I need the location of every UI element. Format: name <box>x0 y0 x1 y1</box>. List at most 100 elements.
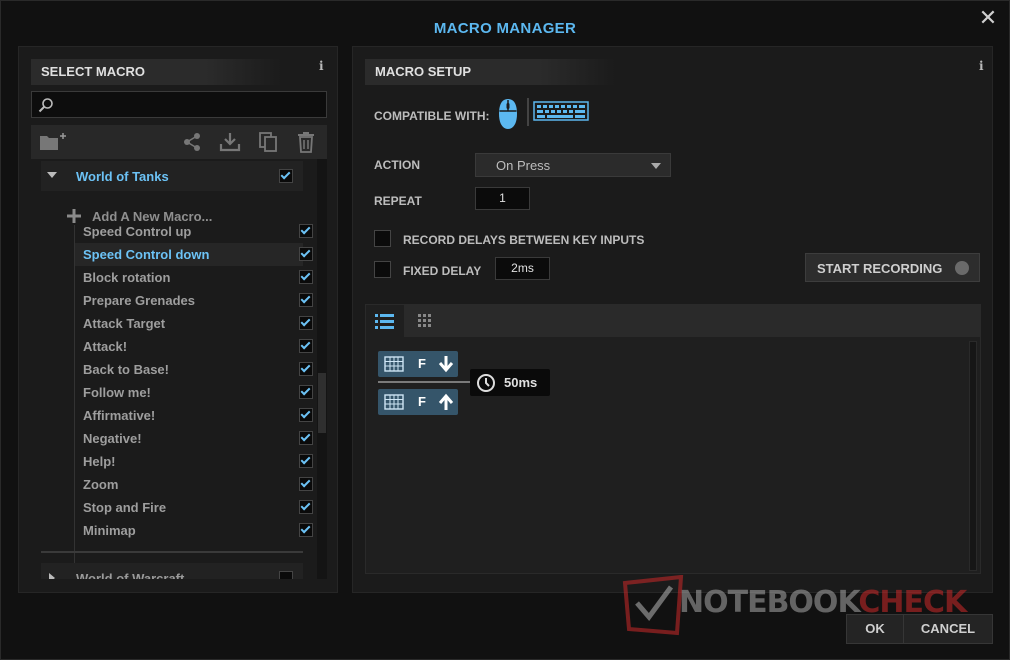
macro-item-checkbox[interactable] <box>299 500 313 514</box>
macro-item[interactable]: Zoom <box>75 473 313 496</box>
macro-item[interactable]: Help! <box>75 450 313 473</box>
macro-item-checkbox[interactable] <box>299 224 313 238</box>
record-delays-label: RECORD DELAYS BETWEEN KEY INPUTS <box>403 233 645 247</box>
info-icon[interactable]: i <box>319 59 324 73</box>
check-icon <box>300 523 311 534</box>
macro-item-checkbox[interactable] <box>299 339 313 353</box>
scrollbar-thumb[interactable] <box>318 373 326 433</box>
macro-item[interactable]: Prepare Grenades <box>75 289 313 312</box>
group-label: World of Tanks <box>76 169 169 184</box>
macro-item-label: Follow me! <box>83 385 151 400</box>
fixed-delay-label: FIXED DELAY <box>403 264 482 278</box>
check-icon <box>300 431 311 442</box>
macro-item-checkbox[interactable] <box>299 316 313 330</box>
group-checkbox[interactable] <box>279 571 293 579</box>
macro-setup-header: MACRO SETUP <box>365 59 615 85</box>
macro-item-checkbox[interactable] <box>299 454 313 468</box>
list-view-icon <box>375 314 394 329</box>
share-icon[interactable] <box>181 131 203 153</box>
macro-item-checkbox[interactable] <box>299 270 313 284</box>
macro-setup-panel: MACRO SETUP i COMPATIBLE WITH: ACTION On… <box>352 46 993 593</box>
start-recording-label: START RECORDING <box>817 261 943 276</box>
record-delays-checkbox[interactable] <box>374 230 391 247</box>
macro-item-checkbox[interactable] <box>299 247 313 261</box>
macro-item-checkbox[interactable] <box>299 431 313 445</box>
macro-event-editor: F 50ms F <box>365 304 981 574</box>
check-icon <box>280 169 291 180</box>
group-checkbox[interactable] <box>279 169 293 183</box>
check-icon <box>300 477 311 488</box>
cancel-button[interactable]: CANCEL <box>903 614 993 644</box>
chevron-down-icon[interactable] <box>47 172 57 178</box>
macro-tree: World of Tanks Add A New Macro... Speed … <box>31 159 315 579</box>
macro-item-checkbox[interactable] <box>299 362 313 376</box>
check-icon <box>300 362 311 373</box>
keyboard-icon <box>384 356 404 372</box>
repeat-input[interactable]: 1 <box>475 187 530 210</box>
search-box[interactable] <box>31 91 327 118</box>
macro-item-checkbox[interactable] <box>299 477 313 491</box>
start-recording-button[interactable]: START RECORDING <box>805 253 980 282</box>
group-world-of-warcraft[interactable]: World of Warcraft <box>41 563 303 579</box>
arrow-up-icon <box>438 393 454 410</box>
key-event-chip[interactable]: F <box>378 351 458 377</box>
chevron-right-icon[interactable] <box>49 573 55 579</box>
macro-item[interactable]: Attack! <box>75 335 313 358</box>
close-icon[interactable]: ✕ <box>977 7 999 29</box>
macro-list-scrollbar[interactable] <box>317 159 327 579</box>
macro-item-checkbox[interactable] <box>299 408 313 422</box>
macro-item-label: Block rotation <box>83 270 171 285</box>
search-input[interactable] <box>60 94 320 115</box>
macro-item[interactable]: Back to Base! <box>75 358 313 381</box>
macro-item[interactable]: Affirmative! <box>75 404 313 427</box>
macro-item-checkbox[interactable] <box>299 293 313 307</box>
window-title: MACRO MANAGER <box>433 20 577 37</box>
editor-scrollbar[interactable] <box>969 341 977 571</box>
compat-divider <box>527 98 529 126</box>
select-macro-header: SELECT MACRO <box>31 59 281 85</box>
macro-item[interactable]: Speed Control up <box>75 220 313 243</box>
macro-item[interactable]: Stop and Fire <box>75 496 313 519</box>
delete-icon[interactable] <box>295 131 317 153</box>
macro-item[interactable]: Negative! <box>75 427 313 450</box>
macro-item-label: Stop and Fire <box>83 500 167 515</box>
delay-event-chip[interactable]: 50ms <box>470 369 550 396</box>
check-icon <box>300 293 311 304</box>
select-macro-panel: SELECT MACRO i World of Tanks Add A New … <box>18 46 338 593</box>
macro-item[interactable]: Minimap <box>75 519 313 542</box>
macro-item[interactable]: Attack Target <box>75 312 313 335</box>
new-folder-icon[interactable] <box>39 131 71 153</box>
macro-item-checkbox[interactable] <box>299 385 313 399</box>
key-event-chip[interactable]: F <box>378 389 458 415</box>
macro-item-label: Back to Base! <box>83 362 169 377</box>
group-label: World of Warcraft <box>76 571 185 579</box>
ok-button[interactable]: OK <box>846 614 904 644</box>
macro-item[interactable]: Block rotation <box>75 266 313 289</box>
macro-item-label: Negative! <box>83 431 142 446</box>
keyboard-icon[interactable] <box>533 101 589 121</box>
delay-value: 50ms <box>504 375 538 390</box>
group-divider <box>41 551 303 553</box>
fixed-delay-checkbox[interactable] <box>374 261 391 278</box>
macro-item-label: Prepare Grenades <box>83 293 196 308</box>
clock-icon <box>477 374 495 392</box>
fixed-delay-input[interactable]: 2ms <box>495 257 550 280</box>
check-icon <box>300 224 311 235</box>
macro-item-label: Zoom <box>83 477 119 492</box>
copy-icon[interactable] <box>257 131 279 153</box>
macro-item-label: Speed Control up <box>83 224 192 239</box>
action-select-value: On Press <box>496 158 551 173</box>
import-icon[interactable] <box>219 131 241 153</box>
mouse-icon[interactable] <box>497 97 519 131</box>
record-dot-icon <box>955 261 969 275</box>
macro-item-label: Attack! <box>83 339 128 354</box>
group-world-of-tanks[interactable]: World of Tanks <box>41 161 303 191</box>
action-select[interactable]: On Press <box>475 153 671 177</box>
grid-view-tab[interactable] <box>406 305 444 337</box>
macro-item-selected[interactable]: Speed Control down <box>75 243 313 266</box>
macro-item-checkbox[interactable] <box>299 523 313 537</box>
list-view-tab[interactable] <box>366 305 404 337</box>
macro-toolbar <box>31 125 327 159</box>
info-icon[interactable]: i <box>979 59 984 73</box>
macro-item[interactable]: Follow me! <box>75 381 313 404</box>
